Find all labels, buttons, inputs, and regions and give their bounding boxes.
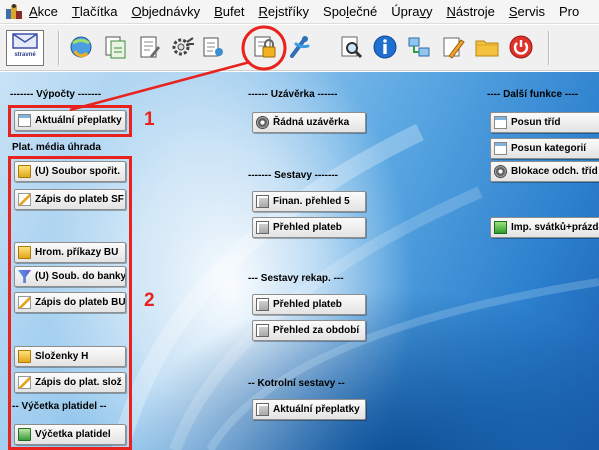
refresh-globe-tool-button[interactable] xyxy=(66,32,96,62)
annotation-number-2: 2 xyxy=(144,290,155,311)
menu-programy[interactable]: Pro xyxy=(559,4,579,19)
calculator-icon xyxy=(256,221,269,234)
radna-uzaverka-button[interactable]: Řádná uzávěrka xyxy=(252,112,366,133)
globe-refresh-icon xyxy=(70,36,92,58)
gear-icon xyxy=(494,165,507,178)
info-tool-button[interactable] xyxy=(370,32,400,62)
import-icon xyxy=(494,221,507,234)
info-icon xyxy=(373,35,397,59)
blokace-odch-trid-button[interactable]: Blokace odch. tříd xyxy=(490,161,599,182)
sestavy-rekap-header: --- Sestavy rekap. --- xyxy=(248,273,344,284)
copy-pages-icon xyxy=(105,36,126,59)
document-edit-tool-button[interactable] xyxy=(134,32,164,62)
gear-tool-button[interactable] xyxy=(168,32,198,62)
run-figure-icon xyxy=(290,36,310,58)
uzaverka-header: ------ Uzávěrka ------ xyxy=(248,89,338,100)
calculator-icon xyxy=(256,403,269,416)
menu-tlacitka[interactable]: Tlačítka xyxy=(72,4,118,19)
toolbar-separator xyxy=(548,31,550,65)
menu-spolecne[interactable]: Společné xyxy=(323,4,377,19)
gear-icon xyxy=(256,116,269,129)
aktualni-preplatky-sestava-button[interactable]: Aktuální přeplatky xyxy=(252,399,366,420)
menu-rejstriky[interactable]: Rejstříky xyxy=(258,4,309,19)
calculator-icon xyxy=(256,195,269,208)
run-tool-button[interactable] xyxy=(284,32,314,62)
kontrolni-sestavy-header: -- Kotrolní sestavy -- xyxy=(248,378,345,389)
menu-nastroje[interactable]: Nástroje xyxy=(446,4,494,19)
toolbar-separator xyxy=(58,31,60,65)
workspace: ------- Výpočty ------- Aktuální přeplat… xyxy=(0,72,599,450)
posun-kategorii-button[interactable]: Posun kategorií xyxy=(490,138,599,159)
lock-document-icon xyxy=(254,36,276,58)
stravne-label: stravné xyxy=(14,52,36,58)
finan-prehled-button[interactable]: Finan. přehled 5 xyxy=(252,191,366,212)
document-edit-icon xyxy=(140,36,160,58)
sestavy-header: ------- Sestavy ------- xyxy=(248,170,338,181)
report-tool-button[interactable] xyxy=(202,32,224,62)
network-icon xyxy=(408,37,430,57)
prehled-za-obdobi-button[interactable]: Přehled za období xyxy=(252,320,366,341)
envelope-icon xyxy=(12,33,38,49)
edit-pencil-tool-button[interactable] xyxy=(438,32,468,62)
copy-tool-button[interactable] xyxy=(100,32,130,62)
note-icon xyxy=(494,142,507,155)
lock-document-tool-button[interactable] xyxy=(250,32,280,62)
calculator-icon xyxy=(256,324,269,337)
annotation-number-1: 1 xyxy=(144,109,155,130)
note-icon xyxy=(494,116,507,129)
menu-servis[interactable]: Servis xyxy=(509,4,545,19)
power-tool-button[interactable] xyxy=(506,32,536,62)
folder-tool-button[interactable] xyxy=(472,32,502,62)
gear-key-icon xyxy=(172,37,194,56)
imp-svatku-button[interactable]: Imp. svátků+prázd xyxy=(490,217,599,238)
pencil-icon xyxy=(443,37,465,59)
menu-bufet[interactable]: Bufet xyxy=(214,4,244,19)
plat-media-label: Plat. média úhrada xyxy=(12,142,101,153)
power-icon xyxy=(509,35,533,59)
prehled-plateb-button[interactable]: Přehled plateb xyxy=(252,217,366,238)
dalsi-funkce-header: ---- Další funkce ---- xyxy=(487,89,579,100)
prehled-plateb-rekap-button[interactable]: Přehled plateb xyxy=(252,294,366,315)
highlight-box-1 xyxy=(8,105,132,137)
menu-objednavky[interactable]: Objednávky xyxy=(131,4,200,19)
folder-icon xyxy=(475,40,499,57)
calculator-icon xyxy=(256,298,269,311)
menu-akce[interactable]: Akce xyxy=(29,4,58,19)
stravne-tool-button[interactable]: stravné xyxy=(6,30,44,66)
search-tool-button[interactable] xyxy=(336,32,366,62)
vypocty-header: ------- Výpočty ------- xyxy=(10,89,102,100)
menu-bar: Akce Tlačítka Objednávky Bufet Rejstříky… xyxy=(0,0,599,24)
network-tool-button[interactable] xyxy=(404,32,434,62)
highlight-box-2 xyxy=(8,156,132,450)
menu-upravy[interactable]: Úpravy xyxy=(391,4,432,19)
toolbar: stravné xyxy=(0,25,599,71)
posun-trid-button[interactable]: Posun tříd xyxy=(490,112,599,133)
app-icon xyxy=(5,3,23,21)
report-icon xyxy=(203,37,223,57)
search-icon xyxy=(341,36,363,59)
